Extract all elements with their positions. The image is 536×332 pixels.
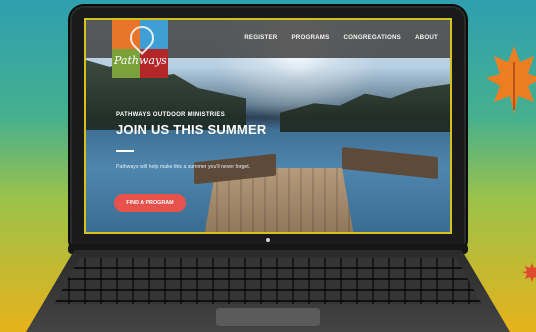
hero-divider bbox=[116, 150, 134, 152]
keyboard bbox=[54, 258, 482, 304]
logo-text: Pathways bbox=[114, 54, 167, 67]
nav-congregations[interactable]: CONGREGATIONS bbox=[344, 34, 402, 41]
webcam-dot bbox=[266, 238, 270, 242]
hero-tagline: Pathways will help make this a summer yo… bbox=[116, 164, 251, 170]
pathways-logo[interactable]: Pathways bbox=[112, 20, 168, 78]
trackpad bbox=[216, 308, 320, 326]
nav-programs[interactable]: PROGRAMS bbox=[291, 34, 329, 41]
maple-leaf-icon bbox=[522, 262, 536, 287]
nav-links: REGISTER PROGRAMS CONGREGATIONS ABOUT bbox=[244, 34, 438, 41]
find-program-button[interactable]: FIND A PROGRAM bbox=[114, 194, 186, 212]
nav-about[interactable]: ABOUT bbox=[415, 34, 438, 41]
hero-eyebrow: PATHWAYS OUTDOOR MINISTRIES bbox=[116, 112, 225, 118]
website-screen: REGISTER PROGRAMS CONGREGATIONS ABOUT Pa… bbox=[84, 18, 452, 234]
maple-leaf-icon bbox=[486, 44, 536, 121]
nav-register[interactable]: REGISTER bbox=[244, 34, 277, 41]
hero-headline: JOIN US THIS SUMMER bbox=[116, 122, 267, 137]
